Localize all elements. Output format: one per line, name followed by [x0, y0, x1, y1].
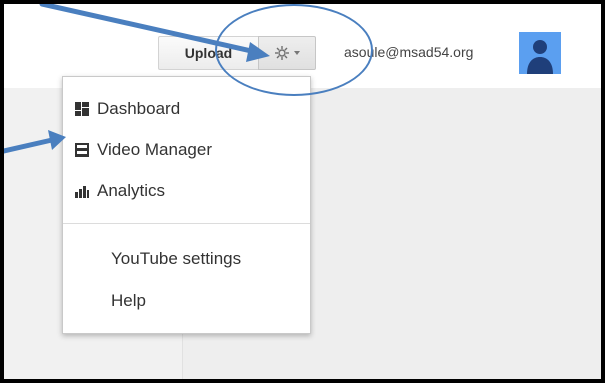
screenshot-frame: Upload asoule@msad54.org Dashboard Video…	[0, 0, 605, 383]
account-email: asoule@msad54.org	[344, 44, 474, 60]
menu-divider	[63, 223, 310, 224]
menu-item-dashboard[interactable]: Dashboard	[63, 94, 310, 124]
menu-item-label: Analytics	[97, 181, 166, 200]
settings-menu-button[interactable]	[258, 36, 316, 70]
video-manager-icon	[75, 143, 89, 157]
settings-dropdown-menu: Dashboard Video Manager Analytics YouTub…	[62, 76, 311, 334]
menu-item-youtube-settings[interactable]: YouTube settings	[63, 244, 310, 274]
menu-item-label: YouTube settings	[111, 249, 242, 268]
upload-button[interactable]: Upload	[158, 36, 258, 70]
menu-item-help[interactable]: Help	[63, 286, 310, 316]
menu-item-video-manager[interactable]: Video Manager	[63, 135, 310, 165]
analytics-icon	[75, 186, 89, 198]
user-avatar-icon[interactable]	[519, 32, 561, 74]
chevron-down-icon	[294, 51, 300, 55]
menu-item-label: Help	[111, 291, 146, 310]
menu-item-label: Dashboard	[97, 99, 181, 118]
menu-item-analytics[interactable]: Analytics	[63, 176, 310, 206]
dashboard-icon	[75, 102, 89, 116]
gear-icon	[275, 46, 289, 60]
menu-item-label: Video Manager	[97, 140, 212, 159]
